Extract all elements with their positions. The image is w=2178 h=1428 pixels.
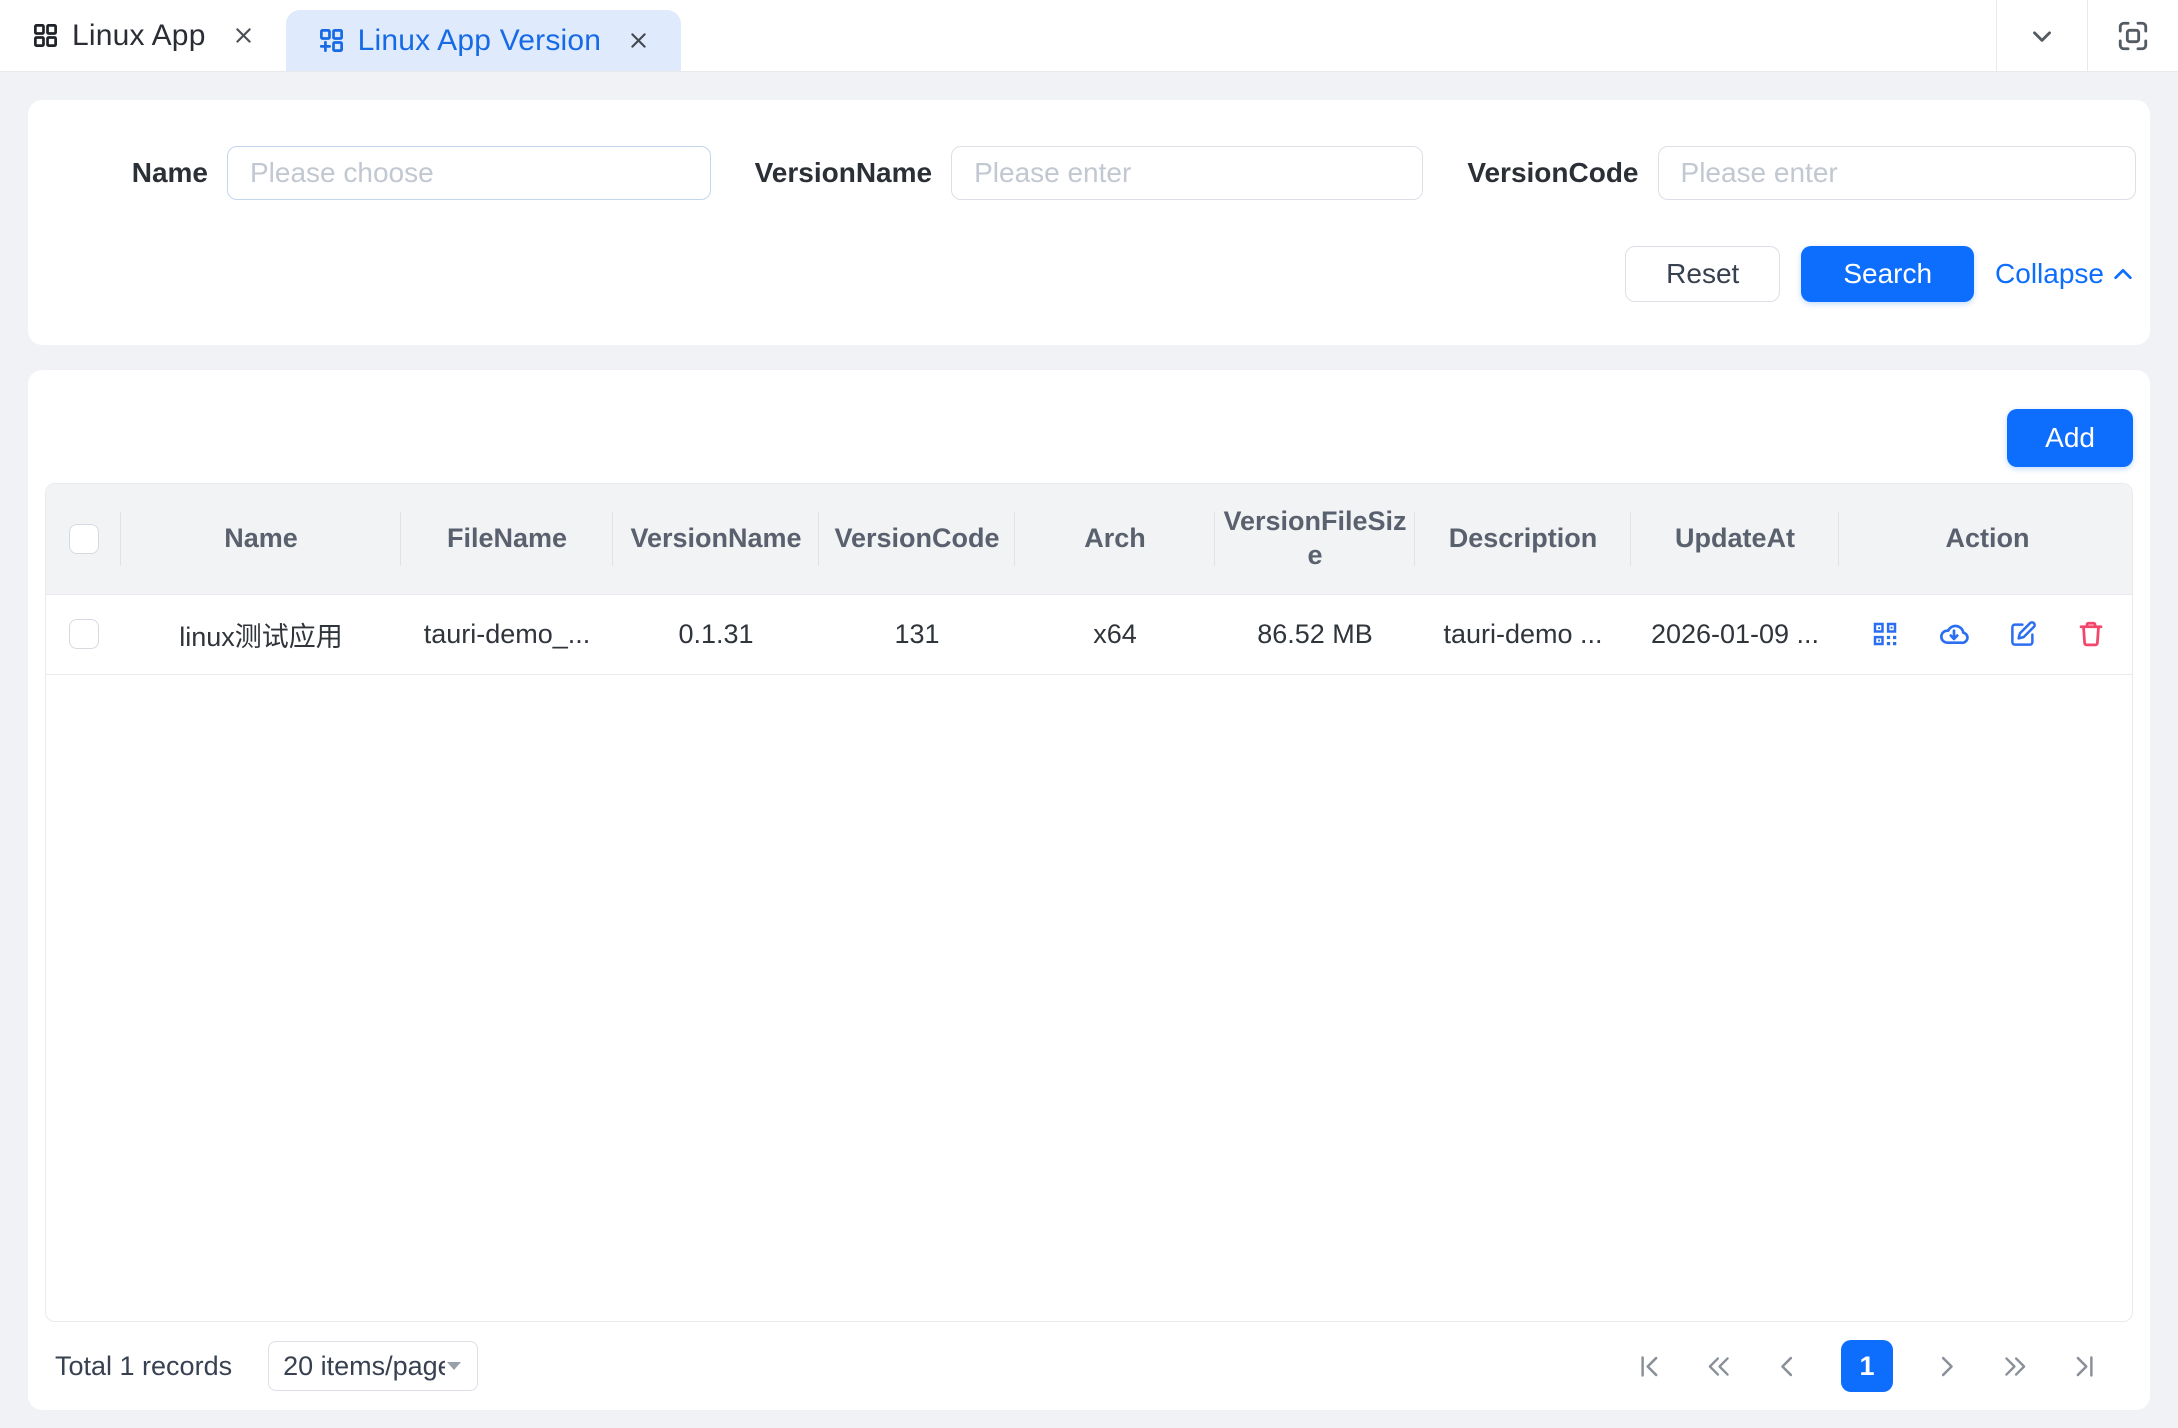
cell-name: linux测试应用 — [121, 594, 401, 674]
delete-action-button[interactable] — [2076, 619, 2106, 649]
cell-description: tauri-demo ... — [1415, 594, 1631, 674]
pagination: 1 — [1637, 1340, 2123, 1392]
cell-action — [1839, 594, 2133, 674]
column-header-versionfilesize: VersionFileSize — [1215, 484, 1415, 594]
header-select-all — [46, 484, 121, 594]
column-header-versionname: VersionName — [613, 484, 819, 594]
page-content: Name VersionName VersionCode Reset Searc… — [0, 72, 2178, 1410]
column-header-name: Name — [121, 484, 401, 594]
version-code-input[interactable] — [1658, 146, 2137, 200]
app-grid-icon — [32, 22, 59, 49]
column-header-action: Action — [1839, 484, 2133, 594]
collapse-toggle[interactable]: Collapse — [1995, 258, 2134, 290]
cell-filename: tauri-demo_... — [401, 594, 613, 674]
table-footer: Total 1 records 20 items/page — [45, 1322, 2133, 1410]
last-page-button[interactable] — [2070, 1353, 2097, 1380]
chevron-down-icon — [2027, 21, 2057, 51]
row-select-cell — [46, 594, 121, 674]
column-header-updateat: UpdateAt — [1631, 484, 1839, 594]
next-page-button[interactable] — [1933, 1353, 1960, 1380]
first-page-button[interactable] — [1637, 1353, 1664, 1380]
select-all-checkbox[interactable] — [69, 524, 99, 554]
page-number-button[interactable]: 1 — [1841, 1340, 1893, 1392]
select-arrow-icon — [445, 1360, 463, 1372]
download-action-button[interactable] — [1938, 618, 1970, 650]
tab-list: Linux App Linux App Version — [0, 0, 1996, 71]
search-form-card: Name VersionName VersionCode Reset Searc… — [28, 100, 2150, 345]
field-version-name: VersionName — [755, 146, 1424, 200]
app-add-grid-icon — [318, 27, 345, 54]
cell-arch: x64 — [1015, 594, 1215, 674]
total-records-text: Total 1 records — [55, 1351, 232, 1382]
column-header-versioncode: VersionCode — [819, 484, 1015, 594]
data-table: Name FileName VersionName VersionCode Ar… — [45, 483, 2133, 1322]
close-icon[interactable] — [233, 25, 254, 46]
field-name: Name — [42, 146, 711, 200]
cell-versioncode: 131 — [819, 594, 1015, 674]
name-select[interactable] — [227, 146, 711, 200]
field-version-code: VersionCode — [1467, 146, 2136, 200]
search-actions-row: Reset Search Collapse — [42, 246, 2136, 302]
tab-linux-app-version[interactable]: Linux App Version — [286, 10, 682, 71]
add-button[interactable]: Add — [2007, 409, 2133, 467]
tab-label: Linux App — [72, 19, 206, 53]
fullscreen-button[interactable] — [2088, 0, 2178, 71]
prev-page-button[interactable] — [1774, 1353, 1801, 1380]
cell-versionname: 0.1.31 — [613, 594, 819, 674]
fullscreen-icon — [2116, 19, 2150, 53]
column-header-filename: FileName — [401, 484, 613, 594]
column-header-description: Description — [1415, 484, 1631, 594]
version-name-input[interactable] — [951, 146, 1423, 200]
search-fields-row: Name VersionName VersionCode — [42, 146, 2136, 200]
close-icon[interactable] — [628, 30, 649, 51]
qrcode-action-button[interactable] — [1870, 619, 1900, 649]
table-card: Add Name FileName VersionName VersionCod… — [28, 370, 2150, 1410]
row-checkbox[interactable] — [69, 619, 99, 649]
version-name-label: VersionName — [755, 157, 951, 189]
version-code-label: VersionCode — [1467, 157, 1657, 189]
tab-linux-app[interactable]: Linux App — [0, 0, 286, 71]
tab-bar: Linux App Linux App Version — [0, 0, 2178, 72]
search-button[interactable]: Search — [1801, 246, 1974, 302]
tab-bar-controls — [1996, 0, 2178, 71]
tabs-dropdown-button[interactable] — [1997, 0, 2087, 71]
cell-updateat: 2026-01-09 ... — [1631, 594, 1839, 674]
edit-action-button[interactable] — [2008, 619, 2038, 649]
reset-button[interactable]: Reset — [1625, 246, 1780, 302]
table-header-row: Name FileName VersionName VersionCode Ar… — [46, 484, 2133, 594]
next-5-pages-button[interactable] — [2000, 1353, 2030, 1380]
page-size-value: 20 items/page — [283, 1351, 445, 1382]
cell-versionfilesize: 86.52 MB — [1215, 594, 1415, 674]
table-row: linux测试应用 tauri-demo_... 0.1.31 131 x64 … — [46, 594, 2133, 674]
column-header-arch: Arch — [1015, 484, 1215, 594]
chevron-up-icon — [2112, 266, 2134, 282]
table-toolbar: Add — [45, 409, 2133, 467]
page-size-select[interactable]: 20 items/page — [268, 1341, 478, 1391]
prev-5-pages-button[interactable] — [1704, 1353, 1734, 1380]
collapse-label: Collapse — [1995, 258, 2104, 290]
name-label: Name — [42, 157, 227, 189]
tab-label: Linux App Version — [358, 24, 602, 58]
